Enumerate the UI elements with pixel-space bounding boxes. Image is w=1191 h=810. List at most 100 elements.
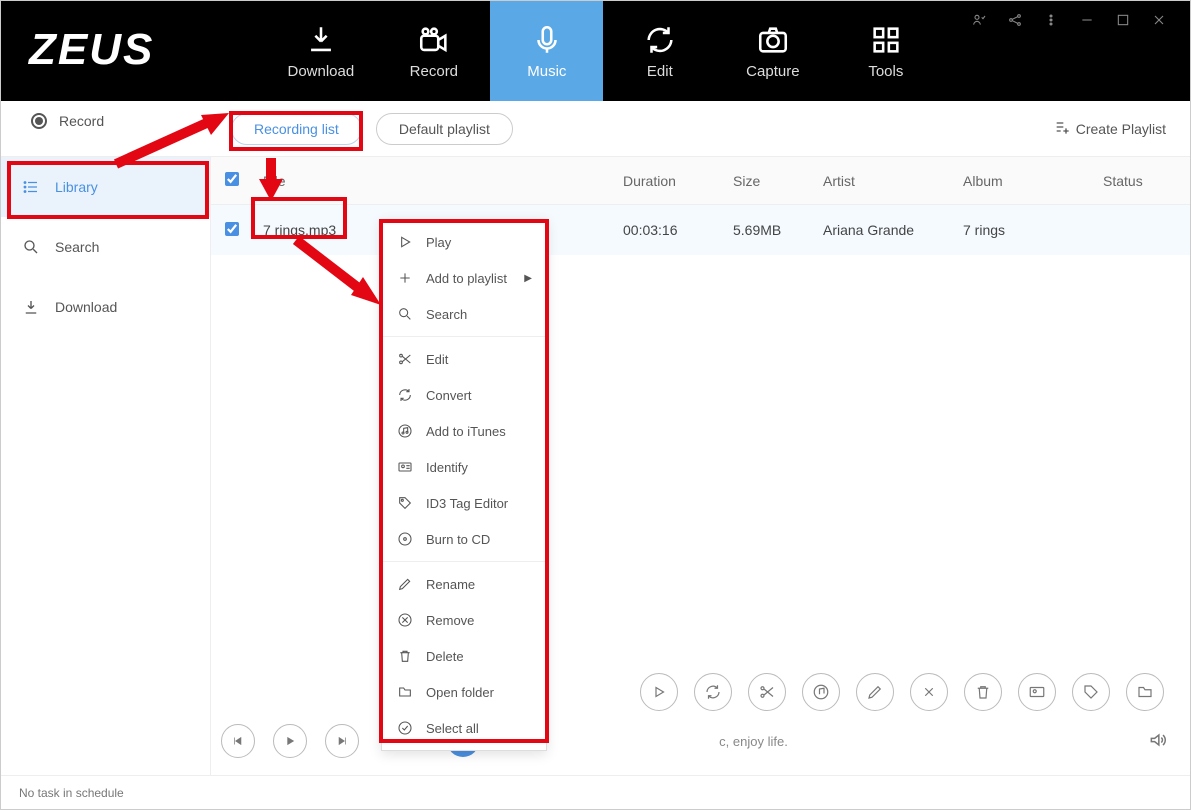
search-icon <box>21 237 41 257</box>
nav-music-label: Music <box>527 63 566 80</box>
action-delete[interactable] <box>964 673 1002 711</box>
cd-icon <box>396 530 414 548</box>
col-album[interactable]: Album <box>963 173 1103 189</box>
action-rename[interactable] <box>856 673 894 711</box>
recording-list-button[interactable]: Recording list <box>231 113 362 145</box>
plus-icon <box>396 269 414 287</box>
prev-button[interactable] <box>221 724 255 758</box>
nav-record[interactable]: Record <box>377 1 490 101</box>
camera-icon <box>756 23 790 57</box>
close-button[interactable] <box>1150 11 1168 29</box>
ctx-open-folder[interactable]: Open folder <box>382 674 546 710</box>
ctx-select-all[interactable]: Select all <box>382 710 546 746</box>
ctx-rename-label: Rename <box>426 577 475 592</box>
next-button[interactable] <box>325 724 359 758</box>
cell-artist: Ariana Grande <box>823 222 963 238</box>
share-icon[interactable] <box>1006 11 1024 29</box>
sidebar-library-label: Library <box>55 179 98 195</box>
header-checkbox[interactable] <box>225 172 239 186</box>
col-file[interactable]: File <box>263 173 623 189</box>
apps-icon <box>869 23 903 57</box>
playlist-toolbar: Recording list Default playlist Create P… <box>1 101 1190 157</box>
ctx-add-playlist-label: Add to playlist <box>426 271 507 286</box>
mic-icon <box>530 23 564 57</box>
maximize-button[interactable] <box>1114 11 1132 29</box>
download-small-icon <box>21 297 41 317</box>
pencil-icon <box>396 575 414 593</box>
action-remove[interactable] <box>910 673 948 711</box>
ctx-id3[interactable]: ID3 Tag Editor <box>382 485 546 521</box>
sidebar: Library Search Download <box>1 157 211 775</box>
action-open-folder[interactable] <box>1126 673 1164 711</box>
refresh-icon <box>643 23 677 57</box>
recording-list-label: Recording list <box>254 121 339 137</box>
nav-capture[interactable]: Capture <box>716 1 829 101</box>
check-circle-icon <box>396 719 414 737</box>
action-id3[interactable] <box>1072 673 1110 711</box>
col-status[interactable]: Status <box>1103 173 1190 189</box>
trash-icon <box>396 647 414 665</box>
ctx-rename[interactable]: Rename <box>382 566 546 602</box>
minimize-button[interactable] <box>1078 11 1096 29</box>
list-plus-icon <box>1054 119 1070 138</box>
more-icon[interactable] <box>1042 11 1060 29</box>
nav-tools[interactable]: Tools <box>829 1 942 101</box>
remove-icon <box>396 611 414 629</box>
table-row[interactable]: 7 rings.mp3 00:03:16 5.69MB Ariana Grand… <box>211 205 1190 255</box>
ctx-search[interactable]: Search <box>382 296 546 332</box>
nav-tools-label: Tools <box>868 63 903 80</box>
list-icon <box>21 177 41 197</box>
sidebar-item-search[interactable]: Search <box>1 217 210 277</box>
record-option[interactable]: Record <box>31 113 104 129</box>
context-menu: Play Add to playlist ▶ Search Edit Conver… <box>381 219 547 751</box>
sidebar-item-download[interactable]: Download <box>1 277 210 337</box>
chevron-right-icon: ▶ <box>524 273 532 284</box>
action-add-itunes[interactable] <box>802 673 840 711</box>
ctx-delete-label: Delete <box>426 649 464 664</box>
ctx-edit[interactable]: Edit <box>382 341 546 377</box>
cell-album: 7 rings <box>963 222 1103 238</box>
ctx-convert[interactable]: Convert <box>382 377 546 413</box>
sidebar-search-label: Search <box>55 239 99 255</box>
top-navbar: ZEUS Download Record Music Edit Capture … <box>1 1 1190 101</box>
camera-record-icon <box>417 23 451 57</box>
play-button[interactable] <box>273 724 307 758</box>
ctx-add-to-playlist[interactable]: Add to playlist ▶ <box>382 260 546 296</box>
ctx-burn[interactable]: Burn to CD <box>382 521 546 557</box>
nav-edit[interactable]: Edit <box>603 1 716 101</box>
ctx-remove[interactable]: Remove <box>382 602 546 638</box>
action-play[interactable] <box>640 673 678 711</box>
ctx-add-itunes[interactable]: Add to iTunes <box>382 413 546 449</box>
nav-music[interactable]: Music <box>490 1 603 101</box>
ctx-delete[interactable]: Delete <box>382 638 546 674</box>
ctx-play[interactable]: Play <box>382 224 546 260</box>
volume-icon[interactable] <box>1148 730 1170 752</box>
action-edit[interactable] <box>748 673 786 711</box>
nav-download[interactable]: Download <box>264 1 377 101</box>
cell-duration: 00:03:16 <box>623 222 733 238</box>
action-identify[interactable] <box>1018 673 1056 711</box>
action-bar <box>640 673 1164 711</box>
ctx-convert-label: Convert <box>426 388 472 403</box>
id-card-icon <box>396 458 414 476</box>
status-bar: No task in schedule <box>1 775 1190 809</box>
ctx-folder-label: Open folder <box>426 685 494 700</box>
col-size[interactable]: Size <box>733 173 823 189</box>
ctx-remove-label: Remove <box>426 613 474 628</box>
row-checkbox[interactable] <box>225 222 239 236</box>
window-controls <box>970 1 1190 101</box>
app-logo: ZEUS <box>1 1 184 101</box>
sidebar-item-library[interactable]: Library <box>1 157 210 217</box>
col-duration[interactable]: Duration <box>623 173 733 189</box>
default-playlist-label: Default playlist <box>399 121 490 137</box>
record-label: Record <box>59 113 104 129</box>
nav-record-label: Record <box>410 63 458 80</box>
player-slogan: c, enjoy life. <box>719 734 788 749</box>
user-icon[interactable] <box>970 11 988 29</box>
ctx-identify[interactable]: Identify <box>382 449 546 485</box>
col-artist[interactable]: Artist <box>823 173 963 189</box>
download-icon <box>304 23 338 57</box>
action-convert[interactable] <box>694 673 732 711</box>
create-playlist-button[interactable]: Create Playlist <box>1054 119 1166 138</box>
default-playlist-button[interactable]: Default playlist <box>376 113 513 145</box>
